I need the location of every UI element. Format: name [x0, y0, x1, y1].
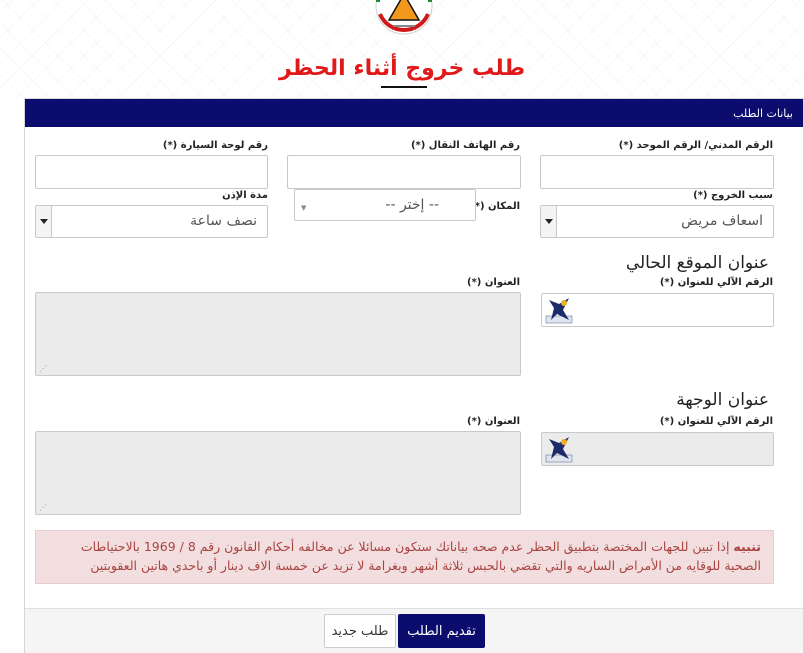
place-select[interactable]: -- إختر -- ▼	[294, 189, 476, 221]
destination-auto-number-input[interactable]	[541, 432, 774, 466]
mobile-label: رقم الهاتف النقال (*)	[410, 140, 520, 151]
alert-prefix: تنبيه	[733, 539, 761, 554]
destination-address-textarea[interactable]: ⋰	[35, 431, 521, 515]
current-address-textarea[interactable]: ⋰	[35, 292, 521, 376]
page-title: طلب خروج أثناء الحظر	[278, 56, 526, 81]
current-address-label: العنوان (*)	[467, 277, 520, 288]
plate-label: رقم لوحة السيارة (*)	[162, 140, 268, 151]
request-panel: بيانات الطلب الرقم المدني/ الرقم الموحد …	[24, 98, 804, 653]
destination-address-label: العنوان (*)	[467, 416, 520, 427]
current-auto-number-input[interactable]	[541, 293, 774, 327]
current-location-heading: عنوان الموقع الحالي	[625, 253, 769, 273]
title-underline	[381, 86, 427, 88]
resize-grip-icon: ⋰	[39, 503, 47, 512]
resize-grip-icon: ⋰	[39, 364, 47, 373]
address-lookup-icon[interactable]	[545, 435, 573, 463]
duration-select[interactable]: نصف ساعة	[35, 205, 268, 238]
exit-reason-value: اسعاف مريض	[681, 213, 763, 229]
civil-id-input[interactable]	[540, 155, 774, 189]
civil-id-label: الرقم المدني/ الرقم الموحد (*)	[618, 140, 773, 151]
alert-message: إذا تبين للجهات المختصة بتطبيق الحظر عدم…	[80, 539, 761, 573]
panel-header: بيانات الطلب	[25, 99, 803, 127]
submit-button[interactable]: تقديم الطلب	[398, 614, 485, 648]
address-lookup-icon[interactable]	[545, 296, 573, 324]
logo-icon	[375, 0, 433, 35]
place-value: -- إختر --	[385, 197, 439, 213]
destination-auto-number-label: الرقم الآلي للعنوان (*)	[659, 416, 773, 427]
exit-reason-select[interactable]: اسعاف مريض	[540, 205, 774, 238]
duration-label: مدة الإذن	[222, 190, 268, 201]
current-auto-number-label: الرقم الآلي للعنوان (*)	[659, 277, 773, 288]
mobile-input[interactable]	[287, 155, 521, 189]
destination-heading: عنوان الوجهة	[676, 390, 769, 410]
exit-reason-label: سبب الخروج (*)	[693, 190, 773, 201]
plate-input[interactable]	[35, 155, 268, 189]
chevron-down-icon: ▼	[301, 204, 307, 212]
dropdown-arrow-icon	[541, 206, 557, 237]
duration-value: نصف ساعة	[190, 213, 257, 229]
warning-alert: تنبيه إذا تبين للجهات المختصة بتطبيق الح…	[35, 530, 774, 584]
dropdown-arrow-icon	[36, 206, 52, 237]
place-label: المكان (*)	[470, 201, 520, 212]
new-request-button[interactable]: طلب جديد	[324, 614, 396, 648]
